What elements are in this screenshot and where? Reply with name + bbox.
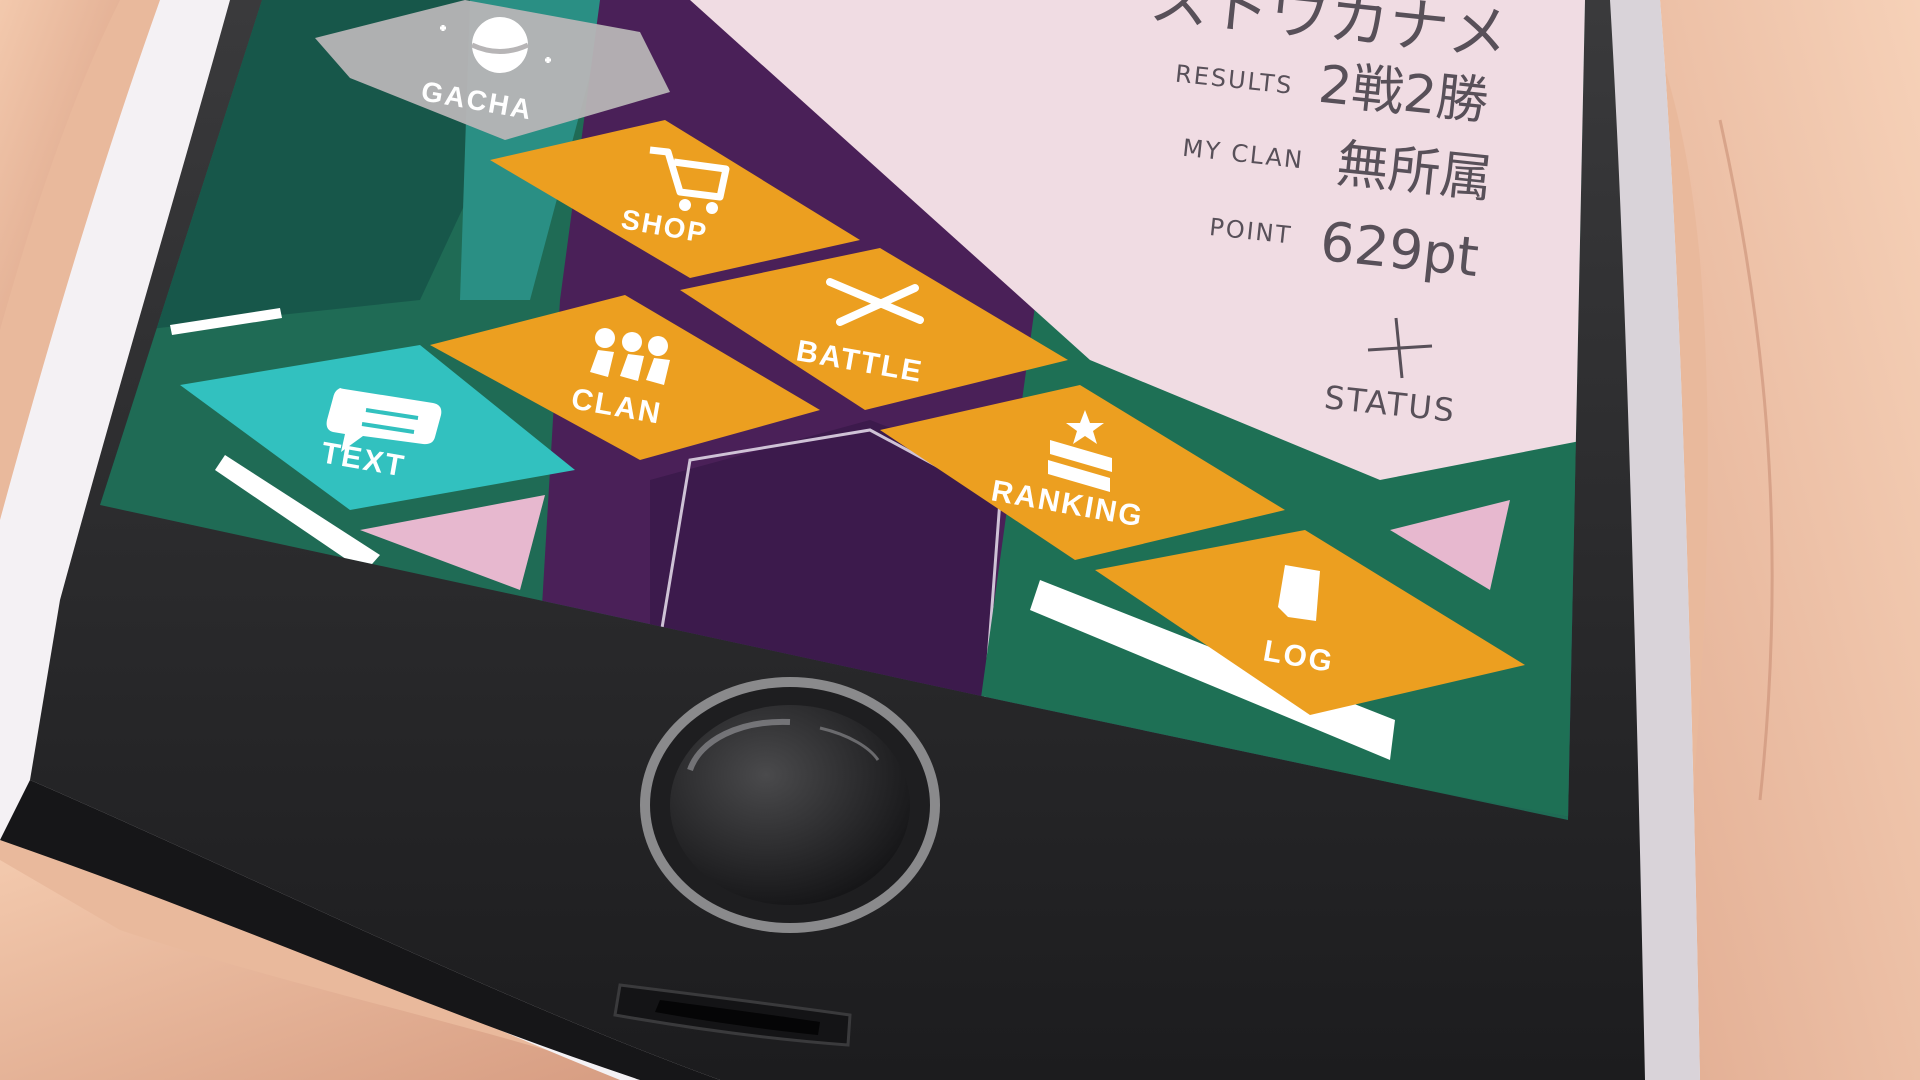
phone-scene: ストウカナメ RESULTS 2戦2勝 MY CLAN 無所属 POINT 62… <box>0 0 1920 1080</box>
phone-hardware <box>613 677 940 1047</box>
home-button[interactable] <box>640 677 940 933</box>
charging-port <box>613 983 852 1047</box>
